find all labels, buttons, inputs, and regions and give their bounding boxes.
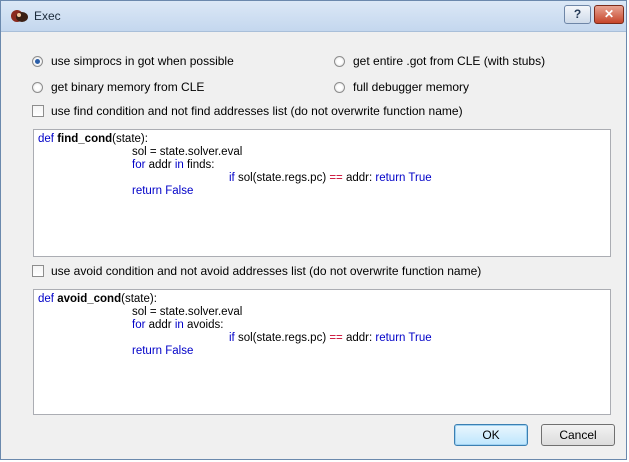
radio-unselected-icon: [32, 81, 43, 93]
code-line: for addr in finds:: [132, 159, 215, 171]
close-button[interactable]: ✕: [594, 5, 624, 24]
find-condition-editor[interactable]: def find_cond(state): sol = state.solver…: [33, 129, 611, 257]
app-icon: [11, 10, 28, 22]
code-line: if sol(state.regs.pc) == addr: return Tr…: [229, 172, 432, 184]
radio-label: full debugger memory: [353, 80, 470, 94]
find-condition-checkbox[interactable]: use find condition and not find addresse…: [32, 104, 463, 118]
radio-label: get entire .got from CLE (with stubs): [353, 54, 546, 68]
avoid-condition-checkbox[interactable]: use avoid condition and not avoid addres…: [32, 264, 481, 278]
code-line: return False: [132, 345, 194, 357]
code-line: def find_cond(state):: [38, 133, 148, 145]
checkbox-icon: [32, 265, 44, 277]
code-line: if sol(state.regs.pc) == addr: return Tr…: [229, 332, 432, 344]
dialog-body: use simprocs in got when possible get en…: [2, 32, 625, 458]
radio-selected-icon: [32, 55, 43, 67]
code-line: sol = state.solver.eval: [132, 306, 243, 318]
code-line: return False: [132, 185, 194, 197]
radio-unselected-icon: [334, 55, 345, 67]
radio-entire-got[interactable]: get entire .got from CLE (with stubs): [334, 54, 545, 68]
radio-binary-memory[interactable]: get binary memory from CLE: [32, 80, 204, 94]
help-button[interactable]: ?: [564, 5, 591, 24]
exec-dialog: Exec ? ✕ use simprocs in got when possib…: [0, 0, 627, 460]
radio-label: use simprocs in got when possible: [51, 54, 234, 68]
radio-unselected-icon: [334, 81, 345, 93]
checkbox-label: use find condition and not find addresse…: [51, 104, 463, 118]
code-line: sol = state.solver.eval: [132, 146, 243, 158]
checkbox-icon: [32, 105, 44, 117]
window-title: Exec: [34, 9, 61, 23]
ok-button[interactable]: OK: [454, 424, 528, 446]
code-line: for addr in avoids:: [132, 319, 224, 331]
radio-simprocs-got[interactable]: use simprocs in got when possible: [32, 54, 234, 68]
avoid-condition-editor[interactable]: def avoid_cond(state): sol = state.solve…: [33, 289, 611, 415]
radio-full-debugger[interactable]: full debugger memory: [334, 80, 469, 94]
radio-label: get binary memory from CLE: [51, 80, 205, 94]
cancel-button[interactable]: Cancel: [541, 424, 615, 446]
checkbox-label: use avoid condition and not avoid addres…: [51, 264, 482, 278]
title-bar: Exec ? ✕: [1, 1, 626, 32]
code-line: def avoid_cond(state):: [38, 293, 157, 305]
